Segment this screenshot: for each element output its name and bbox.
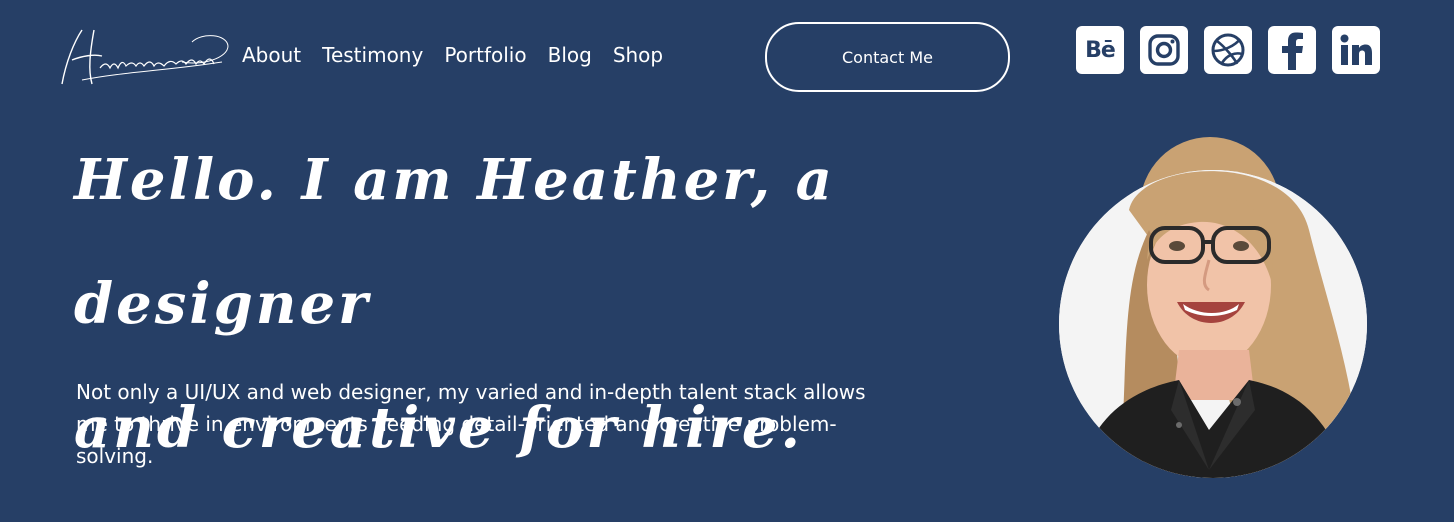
nav-shop[interactable]: Shop bbox=[613, 43, 663, 67]
signature-logo-icon bbox=[61, 29, 229, 85]
social-links: Bē bbox=[1076, 26, 1380, 74]
linkedin-icon[interactable] bbox=[1332, 26, 1380, 74]
behance-icon[interactable]: Bē bbox=[1076, 26, 1124, 74]
portrait-illustration bbox=[1059, 170, 1367, 478]
main-nav: About Testimony Portfolio Blog Shop bbox=[242, 40, 684, 70]
hero-heading-line-1: Hello. I am Heather, a designer bbox=[74, 147, 835, 337]
contact-me-button[interactable]: Contact Me bbox=[765, 22, 1010, 92]
nav-testimony[interactable]: Testimony bbox=[322, 43, 423, 67]
facebook-icon[interactable] bbox=[1268, 26, 1316, 74]
page: About Testimony Portfolio Blog Shop Cont… bbox=[0, 0, 1454, 522]
logo[interactable] bbox=[52, 22, 237, 94]
behance-glyph: Bē bbox=[1085, 37, 1116, 63]
instagram-icon[interactable] bbox=[1140, 26, 1188, 74]
profile-photo bbox=[1059, 170, 1367, 478]
hero-description: Not only a UI/UX and web designer, my va… bbox=[76, 380, 866, 468]
nav-about[interactable]: About bbox=[242, 43, 301, 67]
nav-blog[interactable]: Blog bbox=[548, 43, 592, 67]
nav-portfolio[interactable]: Portfolio bbox=[444, 43, 526, 67]
dribbble-icon[interactable] bbox=[1204, 26, 1252, 74]
